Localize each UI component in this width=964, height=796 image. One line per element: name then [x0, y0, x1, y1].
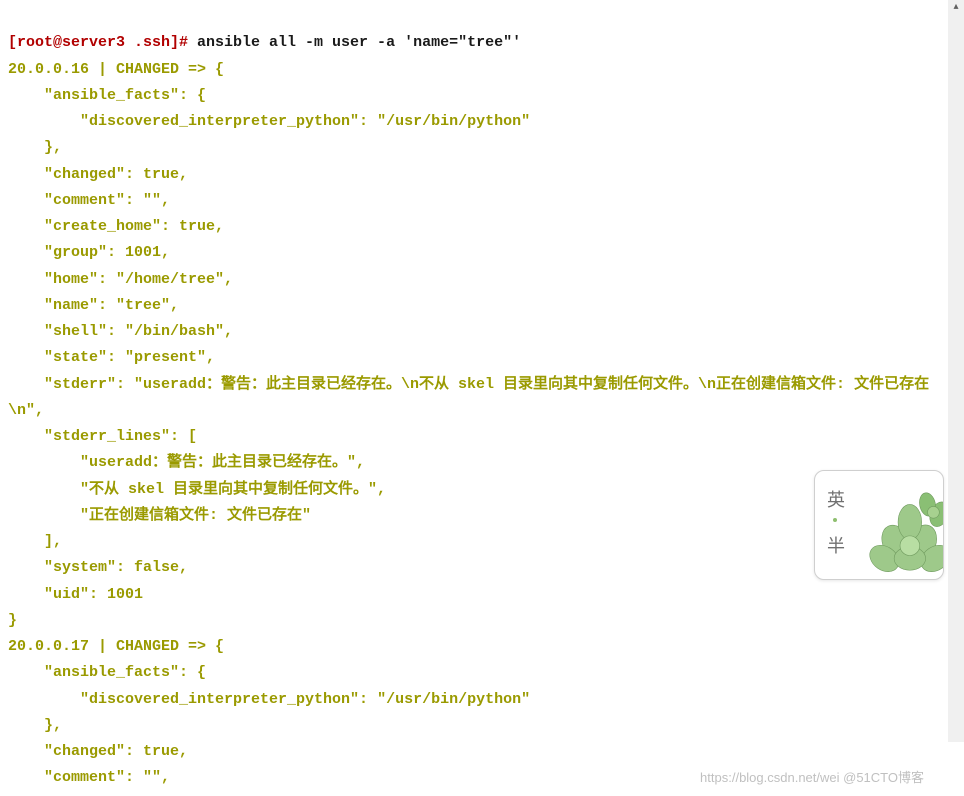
stderr-lines-key: "stderr_lines": [ — [8, 428, 197, 445]
result1-close: } — [8, 612, 17, 629]
changed-line-2: "changed": true, — [8, 743, 188, 760]
interpreter-line-2: "discovered_interpreter_python": "/usr/b… — [8, 691, 530, 708]
system-line: "system": false, — [8, 559, 188, 576]
ansible-facts-key: "ansible_facts": { — [8, 87, 206, 104]
shell-line: "shell": "/bin/bash", — [8, 323, 233, 340]
stderr-line: "stderr": "useradd：警告：此主目录已经存在。\n不从 skel… — [8, 376, 929, 419]
uid-line: "uid": 1001 — [8, 586, 143, 603]
stderr-line-3: "正在创建信箱文件: 文件已存在" — [8, 507, 311, 524]
comment-line: "comment": "", — [8, 192, 170, 209]
host2-line: 20.0.0.17 | CHANGED => { — [8, 638, 224, 655]
facts-close: }, — [8, 139, 62, 156]
shell-command: ansible all -m user -a 'name="tree"' — [188, 34, 521, 51]
succulent-icon — [843, 475, 944, 580]
ansible-facts-key-2: "ansible_facts": { — [8, 664, 206, 681]
host2-ip: 20.0.0.17 — [8, 638, 89, 655]
host1-line: 20.0.0.16 | CHANGED => { — [8, 61, 224, 78]
state-line: "state": "present", — [8, 349, 215, 366]
scroll-up-button[interactable]: ▴ — [948, 0, 964, 16]
create-home-line: "create_home": true, — [8, 218, 224, 235]
changed-line: "changed": true, — [8, 166, 188, 183]
host1-ip: 20.0.0.16 — [8, 61, 89, 78]
host2-status: CHANGED — [116, 638, 179, 655]
comment-line-2: "comment": "", — [8, 769, 170, 786]
scrollbar[interactable]: ▴ — [948, 0, 964, 742]
shell-prompt: [root@server3 .ssh]# — [8, 34, 188, 51]
stderr-lines-close: ], — [8, 533, 62, 550]
watermark-text: https://blog.csdn.net/wei @51CTO博客 — [700, 767, 924, 790]
decorative-sticker: 英 半 — [814, 470, 944, 580]
stderr-line-1: "useradd：警告：此主目录已经存在。", — [8, 454, 365, 471]
name-line: "name": "tree", — [8, 297, 179, 314]
facts-close-2: }, — [8, 717, 62, 734]
group-line: "group": 1001, — [8, 244, 170, 261]
interpreter-line: "discovered_interpreter_python": "/usr/b… — [8, 113, 530, 130]
stderr-line-2: "不从 skel 目录里向其中复制任何文件。", — [8, 481, 386, 498]
terminal-output: [root@server3 .ssh]# ansible all -m user… — [8, 4, 956, 792]
host1-status: CHANGED — [116, 61, 179, 78]
home-line: "home": "/home/tree", — [8, 271, 233, 288]
sticker-dot — [833, 518, 837, 522]
